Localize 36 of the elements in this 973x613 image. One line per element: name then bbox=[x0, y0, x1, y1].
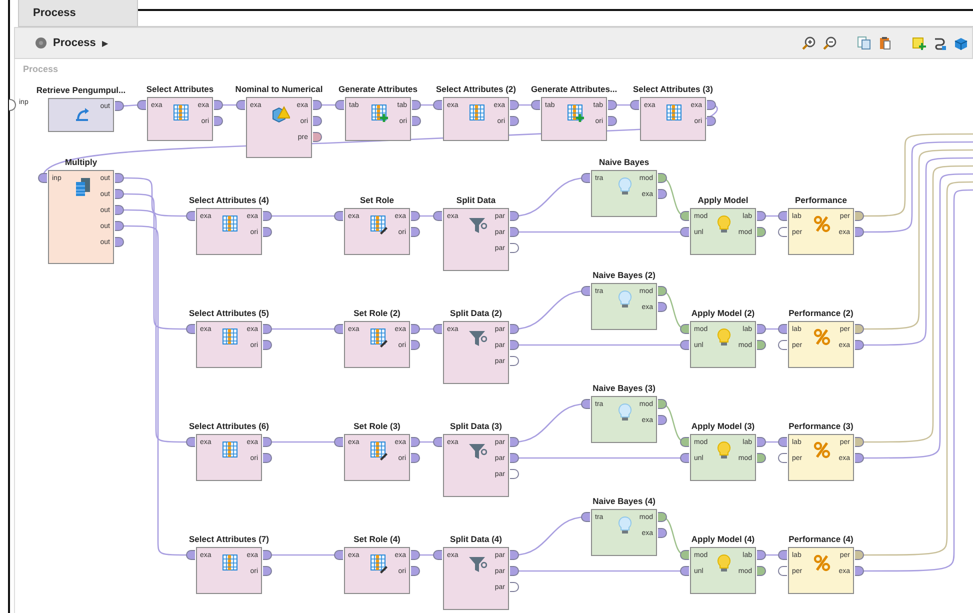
operator-title: Set Role (2) bbox=[354, 308, 400, 318]
operator-title: Select Attributes bbox=[146, 84, 214, 94]
operator-title: Set Role (3) bbox=[354, 421, 400, 431]
operator-title: Performance (2) bbox=[788, 308, 854, 318]
operator-title: Select Attributes (4) bbox=[189, 195, 269, 205]
operator-title: Select Attributes (2) bbox=[436, 84, 516, 94]
operator-title: Select Attributes (7) bbox=[189, 534, 269, 544]
process-tab[interactable]: Process bbox=[18, 0, 138, 27]
operator-title: Apply Model bbox=[698, 195, 748, 205]
operator-title: Apply Model (3) bbox=[691, 421, 755, 431]
operator-title: Nominal to Numerical bbox=[235, 84, 323, 94]
operator-title: Performance (3) bbox=[788, 421, 854, 431]
operator-title: Split Data (4) bbox=[450, 534, 502, 544]
canvas-title: Process bbox=[23, 64, 58, 74]
operator-title: Split Data (3) bbox=[450, 421, 502, 431]
operator-title: Apply Model (2) bbox=[691, 308, 755, 318]
operator-title: Split Data bbox=[456, 195, 496, 205]
operator-title: Naive Bayes (2) bbox=[592, 270, 656, 280]
operator-title: Select Attributes (6) bbox=[189, 421, 269, 431]
operator-title: Retrieve Pengumpul... bbox=[36, 85, 126, 95]
operator-title: Naive Bayes (4) bbox=[592, 496, 656, 506]
operator-title: Select Attributes (3) bbox=[633, 84, 713, 94]
operator-title: Naive Bayes bbox=[598, 157, 650, 167]
operator-title: Performance (4) bbox=[788, 534, 854, 544]
operator-title: Naive Bayes (3) bbox=[592, 383, 656, 393]
operator-title: Set Role (4) bbox=[354, 534, 400, 544]
operator-title: Apply Model (4) bbox=[691, 534, 755, 544]
breadcrumb-link[interactable]: Process bbox=[53, 37, 96, 49]
operator-title: Split Data (2) bbox=[450, 308, 502, 318]
operator-title: Select Attributes (5) bbox=[189, 308, 269, 318]
operator-title: Multiply bbox=[64, 157, 98, 167]
operator-title: Generate Attributes bbox=[338, 84, 418, 94]
breadcrumb-arrow[interactable]: ▶ bbox=[102, 38, 108, 48]
operator-title: Performance bbox=[795, 195, 847, 205]
operator-title: Generate Attributes... bbox=[530, 84, 618, 94]
operator-title: Set Role bbox=[360, 195, 394, 205]
